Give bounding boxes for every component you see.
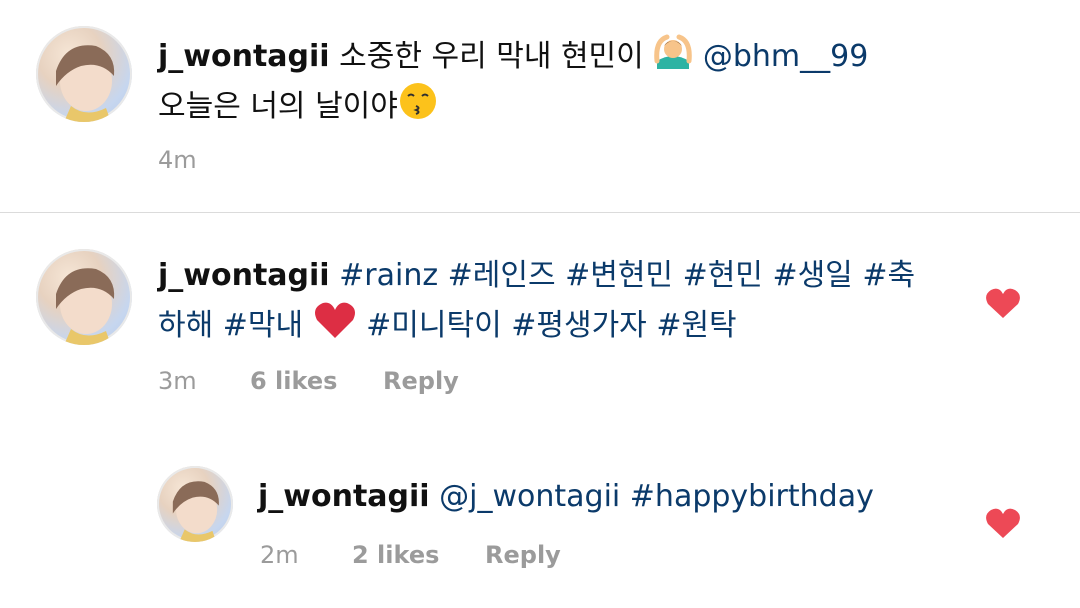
avatar[interactable] (36, 249, 132, 345)
caption-body-line2: 오늘은 너의 날이야 (158, 89, 398, 124)
caption-text: j_wontagii 소중한 우리 막내 현민이 @bhm__99 (158, 31, 868, 84)
caption-username[interactable]: j_wontagii (158, 39, 330, 74)
red-heart-icon (313, 300, 357, 353)
reply-hashtag[interactable]: #happybirthday (630, 479, 874, 514)
reply-mention[interactable]: @j_wontagii (439, 479, 620, 514)
reply-button[interactable]: Reply (383, 366, 459, 396)
divider (0, 212, 1080, 213)
kissing-face-icon (398, 81, 438, 134)
reply-timestamp: 2m (260, 541, 299, 569)
reply-likes[interactable]: 2 likes (352, 540, 439, 570)
avatar[interactable] (157, 466, 233, 542)
heart-icon[interactable] (985, 287, 1021, 319)
comment-hashtags-line2b[interactable]: #미니탁이 #평생가자 #원탁 (366, 308, 736, 343)
comment-username[interactable]: j_wontagii (158, 258, 330, 293)
avatar[interactable] (36, 26, 132, 122)
avatar-image (172, 481, 219, 542)
man-gesturing-ok-icon (653, 31, 693, 84)
comment-hashtags-line2a[interactable]: 하해 #막내 (158, 308, 303, 343)
reply-text: j_wontagii @j_wontagii #happybirthday (258, 474, 874, 519)
caption-timestamp: 4m (158, 146, 197, 174)
avatar-image (56, 45, 115, 122)
avatar-image (56, 268, 115, 345)
comment-text-line2: 하해 #막내 #미니탁이 #평생가자 #원탁 (158, 300, 737, 353)
caption-body: 소중한 우리 막내 현민이 (339, 39, 644, 74)
caption-mention[interactable]: @bhm__99 (703, 39, 868, 74)
heart-icon[interactable] (985, 507, 1021, 539)
comment-text: j_wontagii #rainz #레인즈 #변현민 #현민 #생일 #축 (158, 253, 915, 298)
comment-likes[interactable]: 6 likes (250, 366, 337, 396)
comment-timestamp: 3m (158, 367, 197, 395)
caption-line2: 오늘은 너의 날이야 (158, 81, 438, 134)
reply-button[interactable]: Reply (485, 540, 561, 570)
reply-username[interactable]: j_wontagii (258, 479, 430, 514)
comment-hashtags[interactable]: #rainz #레인즈 #변현민 #현민 #생일 #축 (339, 258, 915, 293)
